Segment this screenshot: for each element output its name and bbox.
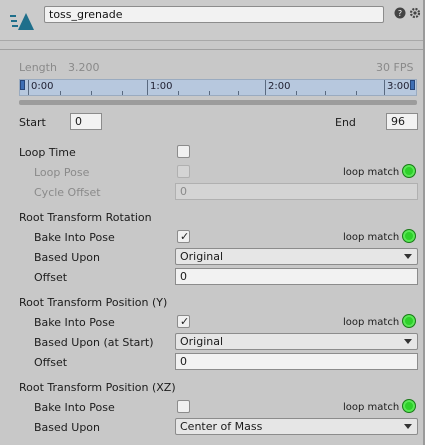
position-y-based-value: Original	[180, 335, 224, 348]
svg-text:?: ?	[398, 9, 402, 18]
timeline-tick	[28, 80, 29, 95]
position-y-offset-label: Offset	[34, 356, 68, 369]
loop-match-status-icon	[402, 164, 416, 178]
chevron-down-icon	[404, 254, 412, 259]
timeline-tick	[209, 91, 210, 95]
rotation-offset-field[interactable]: 0	[175, 268, 418, 285]
timeline-tick	[238, 91, 239, 95]
loop-time-label: Loop Time	[19, 146, 76, 159]
rotation-based-dropdown[interactable]: Original	[175, 248, 418, 265]
position-y-bake-checkbox[interactable]: ✓	[177, 315, 190, 328]
timeline-tick	[91, 91, 92, 95]
check-icon: ✓	[180, 230, 190, 243]
position-xz-match-status-icon	[402, 399, 416, 413]
check-icon: ✓	[180, 315, 190, 328]
loop-pose-checkbox	[177, 165, 190, 178]
chevron-down-icon	[404, 339, 412, 344]
timeline-tick	[296, 91, 297, 95]
rotation-section-title: Root Transform Rotation	[19, 211, 152, 224]
loop-match-label: loop match	[343, 167, 400, 178]
position-y-section-title: Root Transform Position (Y)	[19, 296, 168, 309]
position-xz-based-label: Based Upon	[34, 421, 100, 434]
position-y-based-dropdown[interactable]: Original	[175, 333, 418, 350]
position-y-loop-match-label: loop match	[343, 317, 400, 328]
position-y-match-status-icon	[402, 314, 416, 328]
loop-time-checkbox[interactable]	[177, 145, 190, 158]
position-xz-bake-label: Bake Into Pose	[34, 401, 115, 414]
clip-name-field[interactable]: toss_grenade	[44, 6, 384, 23]
rotation-offset-label: Offset	[34, 271, 68, 284]
start-field[interactable]: 0	[70, 113, 102, 130]
end-field[interactable]: 96	[386, 113, 418, 130]
end-label: End	[335, 116, 356, 129]
length-label: Length	[19, 61, 57, 74]
timeline-label: 0:00	[31, 81, 54, 92]
timeline-ruler[interactable]: 0:00 1:00 2:00 3:00	[19, 79, 417, 96]
timeline-scrollbar[interactable]	[19, 100, 417, 105]
timeline-label: 2:00	[268, 81, 291, 92]
timeline-tick	[122, 91, 123, 95]
gear-icon[interactable]	[409, 7, 421, 19]
timeline-tick	[60, 91, 61, 95]
rotation-bake-label: Bake Into Pose	[34, 231, 115, 244]
timeline-tick	[384, 80, 385, 95]
rotation-bake-checkbox[interactable]: ✓	[177, 230, 190, 243]
position-xz-bake-checkbox[interactable]	[177, 400, 190, 413]
cycle-offset-field: 0	[175, 183, 418, 200]
timeline-tick	[147, 80, 148, 95]
position-xz-loop-match-label: loop match	[343, 402, 400, 413]
rotation-based-value: Original	[180, 250, 224, 263]
start-label: Start	[19, 116, 46, 129]
animation-clip-inspector: toss_grenade ? Length 3.200 30 FPS 0:00 …	[0, 0, 425, 445]
inspector-header: toss_grenade ?	[0, 0, 423, 41]
fps-value: 30 FPS	[376, 61, 414, 74]
timeline-tick	[356, 91, 357, 95]
timeline-tick	[325, 91, 326, 95]
timeline-tick	[265, 80, 266, 95]
help-icon[interactable]: ?	[394, 7, 406, 19]
timeline-label: 1:00	[150, 81, 173, 92]
start-handle[interactable]	[20, 80, 25, 90]
header-separator	[0, 49, 423, 50]
loop-pose-label: Loop Pose	[34, 166, 90, 179]
timeline-label: 3:00	[387, 81, 410, 92]
position-y-bake-label: Bake Into Pose	[34, 316, 115, 329]
rotation-loop-match-label: loop match	[343, 232, 400, 243]
animation-clip-icon	[10, 13, 34, 30]
end-handle[interactable]	[410, 80, 415, 90]
position-y-based-label: Based Upon (at Start)	[34, 336, 154, 349]
cycle-offset-label: Cycle Offset	[34, 186, 101, 199]
rotation-match-status-icon	[402, 229, 416, 243]
chevron-down-icon	[404, 424, 412, 429]
position-xz-based-value: Center of Mass	[180, 420, 263, 433]
position-xz-section-title: Root Transform Position (XZ)	[19, 381, 176, 394]
position-y-offset-field[interactable]: 0	[175, 353, 418, 370]
rotation-based-label: Based Upon	[34, 251, 100, 264]
timeline-tick	[178, 91, 179, 95]
position-xz-based-dropdown[interactable]: Center of Mass	[175, 418, 418, 435]
length-value: 3.200	[68, 61, 100, 74]
